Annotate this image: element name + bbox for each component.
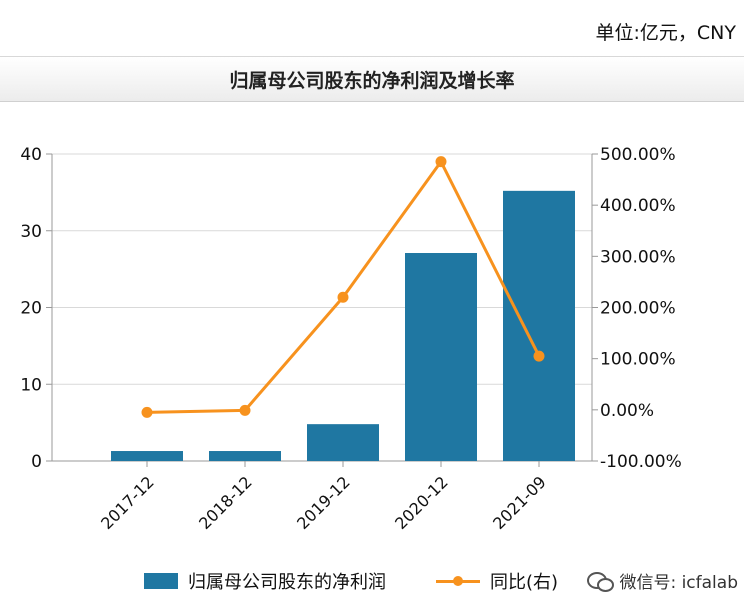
line-point-2020-12 [435,156,447,168]
legend-label-bar: 归属母公司股东的净利润 [188,572,386,593]
line-point-2019-12 [337,291,349,303]
x-tick-label: 2018-12 [195,472,256,533]
bar-2017-12 [111,451,183,461]
wechat-icon [587,570,615,592]
y-left-tick-label: 30 [20,222,42,242]
bar-2019-12 [307,424,379,461]
line-point-2017-12 [141,406,153,418]
legend-label-line: 同比(右) [490,572,559,593]
y-left-tick-label: 20 [20,299,42,319]
line-point-2021-09 [533,350,545,362]
combo-chart: 0 10 20 30 40 -100.00% 0.00% 100.00% 200.00% 300.… [20,145,682,533]
line-point-2018-12 [239,404,251,416]
line-series-yoy [146,160,541,414]
y-right-tick-label: 200.00% [600,299,676,319]
x-tick-label: 2017-12 [97,472,158,533]
y-right-tick-label: 300.00% [600,247,676,267]
watermark-text: 微信号: icfalab [619,573,738,593]
y-left-tick-label: 10 [20,375,42,395]
bar-2020-12 [405,253,477,461]
legend-swatch-line [436,573,480,589]
bar-2018-12 [209,451,281,461]
x-tick-label: 2019-12 [293,472,354,533]
watermark: 微信号: icfalab [587,568,738,593]
y-right-tick-label: 400.00% [600,196,676,216]
x-tick-label: 2020-12 [391,472,452,533]
legend-swatch-bar [144,573,178,589]
legend-item-bar[interactable]: 归属母公司股东的净利润 [144,568,386,594]
x-tick-label: 2021-09 [489,472,550,533]
y-left-tick-label: 0 [31,452,42,472]
legend-item-line[interactable]: 同比(右) [436,568,558,594]
y-right-tick-label: 100.00% [600,350,676,370]
y-right-tick-label: 0.00% [600,401,654,421]
bar-2021-09 [503,190,575,461]
y-left-tick-label: 40 [20,145,42,165]
y-right-tick-label: -100.00% [600,452,682,472]
y-right-tick-label: 500.00% [600,145,676,165]
